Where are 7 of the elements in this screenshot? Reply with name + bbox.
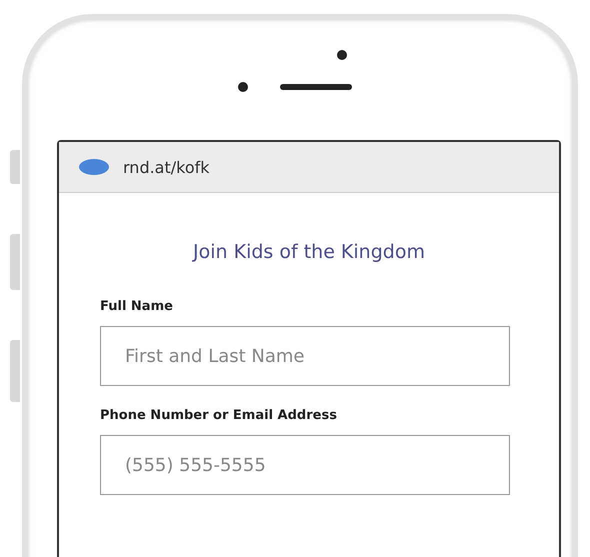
input-field[interactable]: (555) 555-5555 bbox=[100, 435, 510, 495]
url-text: rnd.at/kofk bbox=[123, 158, 210, 176]
cloud-icon bbox=[79, 159, 109, 175]
input-field[interactable]: First and Last Name bbox=[100, 326, 510, 386]
field-label: Full Name bbox=[100, 299, 174, 314]
field-label: Phone Number or Email Address bbox=[100, 408, 338, 423]
form-title: Join Kids of the Kingdom bbox=[191, 241, 426, 263]
